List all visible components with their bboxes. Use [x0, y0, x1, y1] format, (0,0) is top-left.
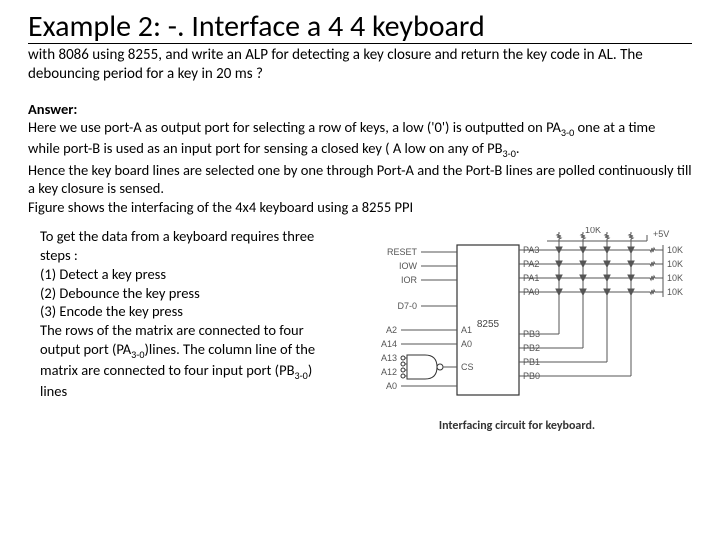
- svg-text:10K: 10K: [667, 287, 683, 297]
- answer-p1-sub: 3-0: [561, 126, 574, 139]
- answer-p2a: while port-B is used as an input port fo…: [28, 139, 503, 157]
- step-3: (3) Encode the key press: [40, 302, 183, 320]
- top-resistors: +5V 10K: [547, 227, 669, 241]
- steps-block: To get the data from a keyboard requires…: [28, 227, 332, 433]
- step-2: (2) Debounce the key press: [40, 284, 200, 302]
- circuit-diagram: 8255 RESET IOW IOR D7-0 A2 A14 A13 A12 A…: [347, 227, 687, 417]
- answer-p1a: Here we use port-A as output port for se…: [28, 118, 561, 136]
- answer-p2b: .: [516, 139, 520, 157]
- svg-text:10K: 10K: [667, 273, 683, 283]
- svg-text:A0: A0: [461, 339, 472, 349]
- step-1: (1) Detect a key press: [40, 265, 166, 283]
- answer-p3: Hence the key board lines are selected o…: [28, 161, 692, 198]
- svg-text:D7-0: D7-0: [397, 301, 417, 311]
- answer-label: Answer:: [28, 100, 77, 118]
- svg-text:10K: 10K: [585, 227, 601, 235]
- step-rows-sub: 3-0: [131, 348, 144, 361]
- svg-text:A14: A14: [381, 339, 397, 349]
- svg-text:A13: A13: [381, 353, 397, 363]
- answer-p1b: one at a time: [574, 118, 655, 136]
- answer-p4: Figure shows the interfacing of the 4x4 …: [28, 198, 413, 216]
- svg-text:10K: 10K: [667, 245, 683, 255]
- chip-label: 8255: [477, 319, 500, 330]
- svg-text:IOR: IOR: [401, 275, 418, 285]
- answer-block: Answer: Here we use port-A as output por…: [28, 100, 692, 218]
- step-rows-sub2: 3-0: [294, 369, 307, 382]
- svg-text:A12: A12: [381, 367, 397, 377]
- key-matrix: [556, 247, 634, 295]
- right-resistors: 10K 10K 10K 10K: [647, 245, 683, 297]
- answer-p2-sub: 3-0: [503, 147, 516, 160]
- svg-text:+5V: +5V: [653, 229, 669, 239]
- svg-text:A2: A2: [386, 325, 397, 335]
- step-intro: To get the data from a keyboard requires…: [40, 227, 314, 264]
- svg-text:10K: 10K: [667, 259, 683, 269]
- svg-text:CS: CS: [461, 362, 474, 372]
- slide-title: Example 2: -. Interface a 4 4 keyboard: [28, 10, 692, 44]
- svg-text:RESET: RESET: [387, 247, 418, 257]
- svg-text:A1: A1: [461, 325, 472, 335]
- svg-text:IOW: IOW: [399, 261, 418, 271]
- slide-subtitle: with 8086 using 8255, and write an ALP f…: [28, 46, 692, 84]
- figure-caption: Interfacing circuit for keyboard.: [439, 419, 595, 433]
- svg-text:A0: A0: [386, 381, 397, 391]
